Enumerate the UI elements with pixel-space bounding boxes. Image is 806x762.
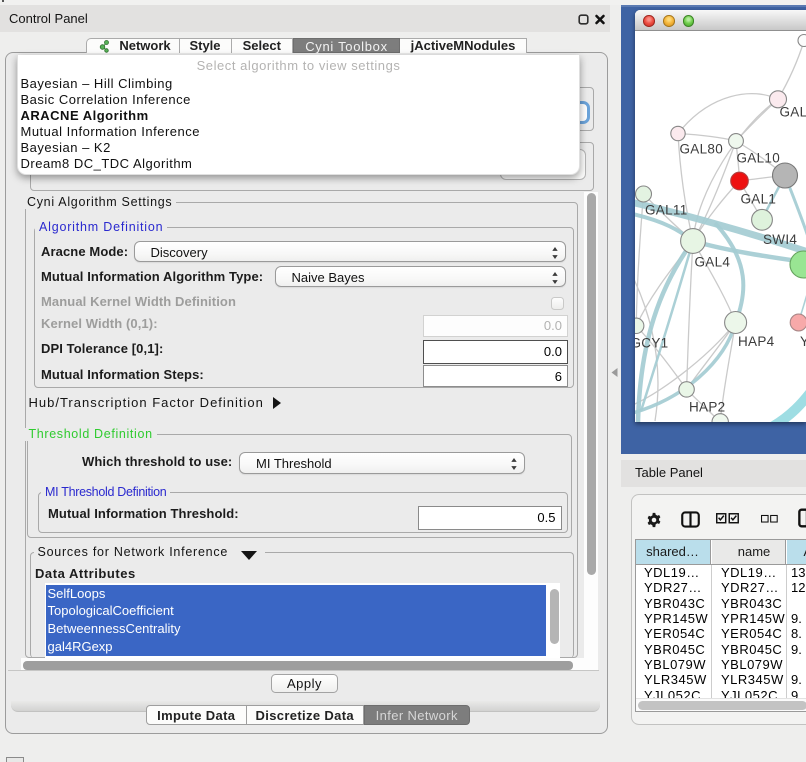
svg-text:Y: Y <box>800 334 806 349</box>
svg-text:GCY1: GCY1 <box>635 335 668 350</box>
svg-text:SWI4: SWI4 <box>763 232 797 247</box>
svg-text:GAL1: GAL1 <box>740 191 776 206</box>
svg-text:GAL11: GAL11 <box>645 202 688 217</box>
svg-text:HAP2: HAP2 <box>689 399 725 414</box>
svg-text:GAL7: GAL7 <box>779 104 806 119</box>
svg-text:GAL10: GAL10 <box>736 150 780 165</box>
svg-text:GAL4: GAL4 <box>694 254 730 269</box>
svg-text:HAP4: HAP4 <box>738 334 775 349</box>
svg-text:GAL80: GAL80 <box>679 141 723 156</box>
